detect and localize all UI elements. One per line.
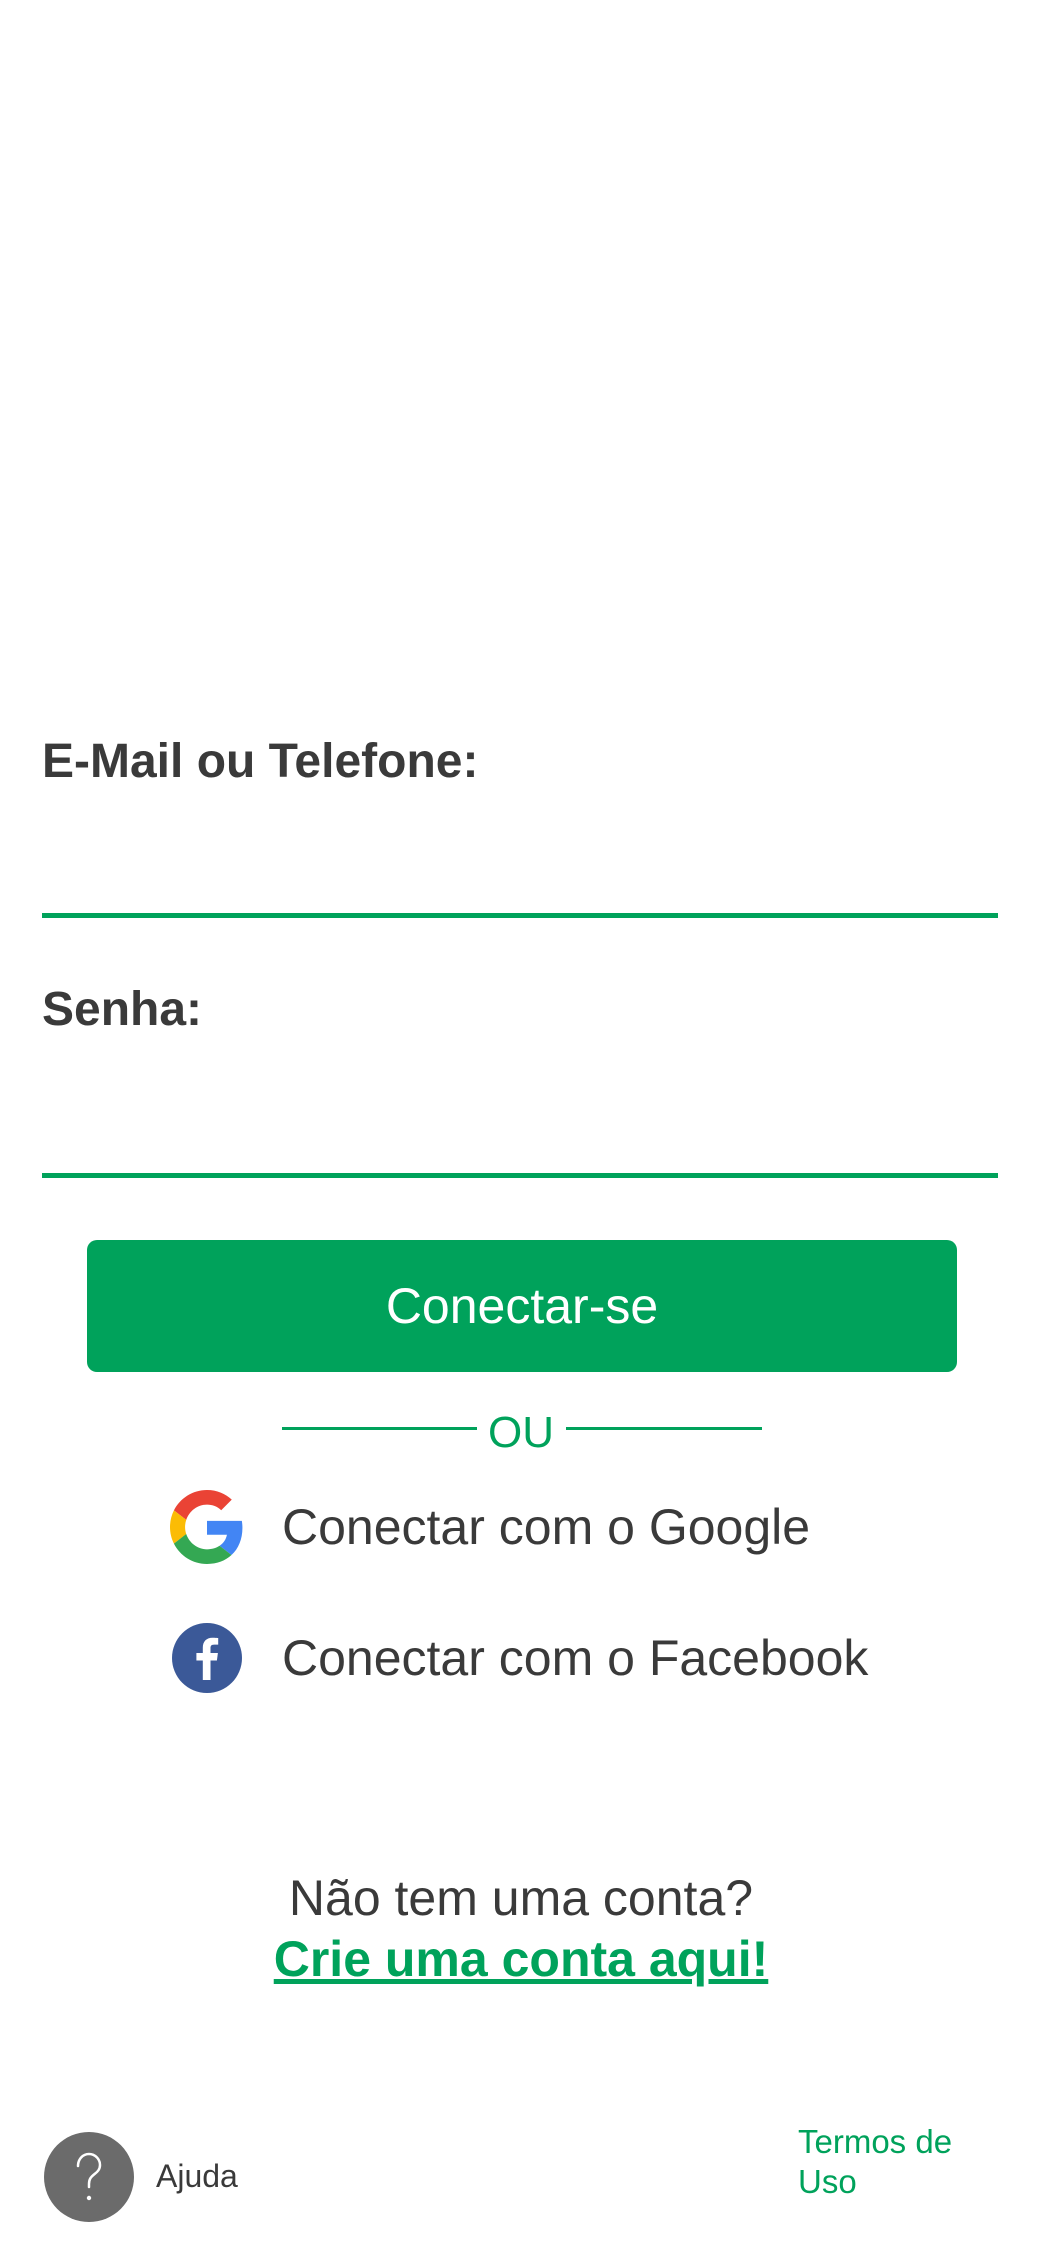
google-login-button[interactable]: Conectar com o Google [170, 1487, 810, 1567]
connect-button[interactable]: Conectar-se [87, 1240, 957, 1372]
facebook-login-label: Conectar com o Facebook [282, 1630, 869, 1686]
facebook-login-button[interactable]: Conectar com o Facebook [170, 1618, 868, 1698]
google-login-label: Conectar com o Google [282, 1499, 811, 1555]
email-label: E-Mail ou Telefone: [42, 735, 479, 788]
google-g-icon [170, 1490, 244, 1564]
question-mark-icon[interactable] [44, 2132, 134, 2222]
email-input[interactable] [42, 848, 998, 918]
terms-of-use-link[interactable]: Termos de Uso [798, 2122, 998, 2202]
or-divider: OU [0, 1405, 1042, 1465]
signup-block: Não tem uma conta? Crie uma conta aqui! [0, 1868, 1042, 1990]
signup-question: Não tem uma conta? [288, 1870, 754, 1926]
facebook-f-icon [170, 1621, 244, 1695]
divider-line-right [566, 1427, 762, 1430]
password-label: Senha: [42, 983, 203, 1036]
divider-line-left [282, 1427, 477, 1430]
password-input[interactable] [42, 1108, 998, 1178]
divider-text: OU [488, 1408, 554, 1457]
create-account-link[interactable]: Crie uma conta aqui! [274, 1928, 769, 1990]
help-label[interactable]: Ajuda [156, 2150, 238, 2202]
